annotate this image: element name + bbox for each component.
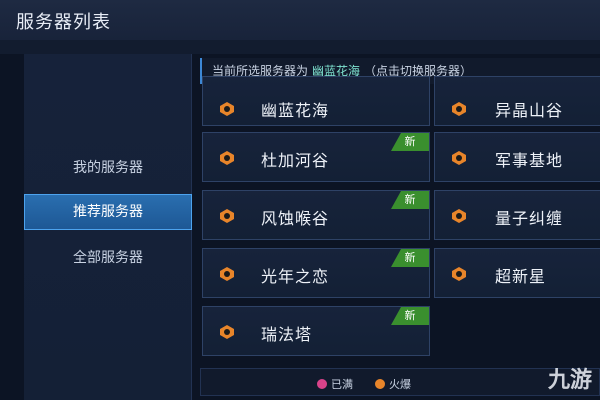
new-badge: 新 bbox=[391, 191, 429, 209]
server-card[interactable]: 光年之恋 新 bbox=[202, 248, 430, 298]
legend-label: 火爆 bbox=[389, 378, 411, 391]
server-name: 超新星 bbox=[495, 267, 547, 286]
server-status-icon bbox=[220, 102, 234, 116]
watermark-logo: 九游 bbox=[547, 368, 592, 393]
server-card[interactable]: 风蚀喉谷 新 bbox=[202, 190, 430, 240]
server-status-icon bbox=[220, 209, 234, 223]
server-status-icon bbox=[452, 267, 466, 281]
full-dot-icon bbox=[317, 379, 327, 389]
server-status-icon bbox=[220, 325, 234, 339]
legend-item-full: 已满 bbox=[317, 376, 353, 392]
sidebar: 我的服务器 推荐服务器 全部服务器 bbox=[24, 54, 192, 400]
server-name: 军事基地 bbox=[495, 151, 564, 170]
server-status-icon bbox=[452, 102, 466, 116]
server-status-icon bbox=[452, 151, 466, 165]
status-legend: 已满 火爆 bbox=[200, 368, 600, 396]
new-badge: 新 bbox=[391, 133, 429, 151]
server-card[interactable]: 异晶山谷 bbox=[434, 76, 600, 126]
sidebar-item-label: 我的服务器 bbox=[73, 160, 143, 176]
server-status-icon bbox=[220, 151, 234, 165]
server-card[interactable]: 军事基地 bbox=[434, 132, 600, 182]
server-name: 幽蓝花海 bbox=[261, 101, 330, 120]
server-status-icon bbox=[452, 209, 466, 223]
new-badge: 新 bbox=[391, 307, 429, 325]
sub-bar bbox=[0, 40, 600, 54]
sidebar-item-my-servers[interactable]: 我的服务器 bbox=[24, 150, 192, 186]
server-status-icon bbox=[220, 267, 234, 281]
new-badge: 新 bbox=[391, 249, 429, 267]
hot-dot-icon bbox=[375, 379, 385, 389]
server-name: 光年之恋 bbox=[261, 267, 330, 286]
server-card[interactable]: 超新星 bbox=[434, 248, 600, 298]
page-title: 服务器列表 bbox=[16, 12, 111, 33]
server-card[interactable]: 幽蓝花海 bbox=[202, 76, 430, 126]
server-name: 瑞法塔 bbox=[261, 325, 313, 344]
sidebar-item-recommended[interactable]: 推荐服务器 bbox=[24, 194, 192, 230]
sidebar-item-label: 推荐服务器 bbox=[73, 204, 143, 220]
legend-item-hot: 火爆 bbox=[375, 376, 411, 392]
server-name: 量子纠缠 bbox=[495, 209, 564, 228]
title-bar: 服务器列表 bbox=[0, 0, 600, 40]
server-list-panel: 当前所选服务器为 幽蓝花海 （点击切换服务器） 幽蓝花海 杜加河谷 新 风蚀喉谷 新… bbox=[200, 54, 600, 400]
server-name: 风蚀喉谷 bbox=[261, 209, 330, 228]
server-card[interactable]: 杜加河谷 新 bbox=[202, 132, 430, 182]
sidebar-item-label: 全部服务器 bbox=[73, 250, 143, 266]
server-name: 异晶山谷 bbox=[495, 101, 564, 120]
server-name: 杜加河谷 bbox=[261, 151, 330, 170]
legend-label: 已满 bbox=[331, 378, 353, 391]
server-card[interactable]: 量子纠缠 bbox=[434, 190, 600, 240]
server-card[interactable]: 瑞法塔 新 bbox=[202, 306, 430, 356]
sidebar-item-all-servers[interactable]: 全部服务器 bbox=[24, 240, 192, 276]
